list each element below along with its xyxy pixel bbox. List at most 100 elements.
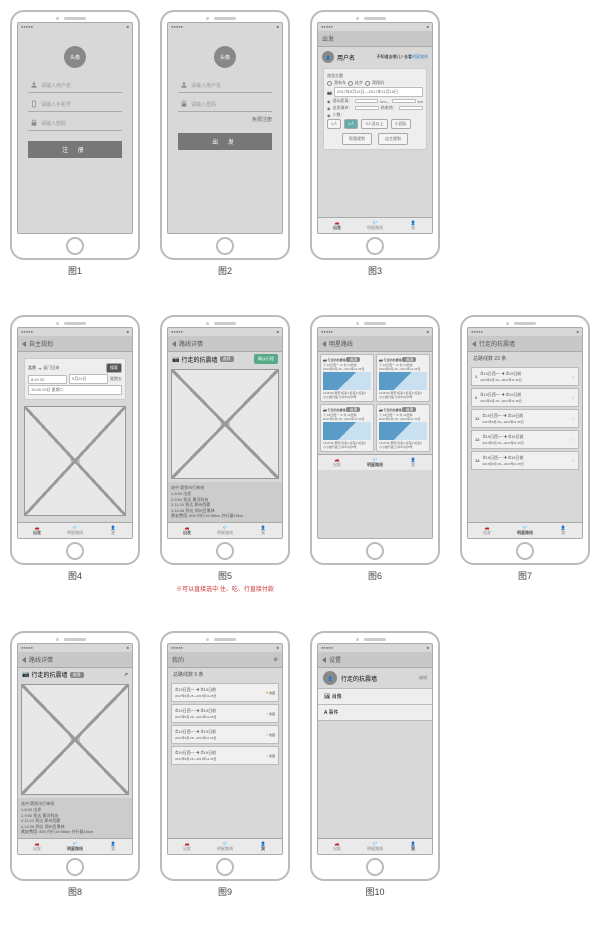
opt-btn[interactable]: 小团队 (391, 119, 411, 129)
avatar-icon: 👤 (322, 51, 334, 63)
search-button[interactable]: 搜索 (106, 363, 122, 373)
phone-input[interactable]: 请输入手机号 (28, 97, 122, 112)
tab-star[interactable]: 💎明星路线 (56, 839, 94, 854)
tab-my[interactable]: 👤我 (94, 839, 132, 854)
back-icon[interactable] (472, 341, 476, 347)
note: ※可以直接选中 住、吃、行直接付款 (176, 584, 274, 593)
my-route-item[interactable]: ⏱19日西一 ➜ ⏱19日前2017年9月 25—2017年11 25日★ 收藏 (171, 683, 279, 702)
tab-go[interactable]: 🚗出发 (18, 523, 56, 538)
home-button[interactable] (216, 858, 234, 876)
home-button[interactable] (366, 542, 384, 560)
tab-go[interactable]: 🚗出发 (318, 218, 356, 233)
edit-link[interactable]: 编辑 (419, 675, 427, 681)
tab-go[interactable]: 🚗出发 (318, 839, 356, 854)
map-placeholder: 地图 (171, 369, 279, 479)
option-button[interactable]: 确认行程 (254, 354, 278, 364)
star-icon[interactable]: ☆ (571, 458, 575, 463)
dist-input[interactable] (392, 99, 416, 103)
tab-star[interactable]: 💎明星路线 (206, 523, 244, 538)
route-list-item[interactable]: 1⏱19日西一 ➜ ⏱19日前2017年9月 25—2017年11 25日☆ (471, 367, 579, 386)
tab-my[interactable]: 👤我 (244, 523, 282, 538)
register-link[interactable]: 免费注册 (178, 116, 272, 123)
tab-go[interactable]: 🚗出发 (18, 839, 56, 854)
home-button[interactable] (66, 237, 84, 255)
home-button[interactable] (216, 542, 234, 560)
star-icon[interactable]: ☆ (571, 416, 575, 421)
tab-star[interactable]: 💎明星路线 (206, 839, 244, 854)
opt-btn[interactable]: 2人 (344, 119, 358, 129)
settings-row[interactable]: A 事件 (318, 705, 432, 721)
settings-row[interactable]: 🖼 肖像 (318, 689, 432, 705)
plan-auto-button[interactable]: 帮我规划 (342, 133, 372, 145)
register-button[interactable]: 注 册 (28, 141, 122, 158)
radio[interactable] (348, 81, 353, 86)
tab-my[interactable]: 👤我 (544, 523, 582, 538)
route-list-item[interactable]: 11⏱19日西一 ➜ ⏱19日前2017年9月 25—2017年11 25日☆ (471, 409, 579, 428)
dist-input[interactable] (355, 99, 379, 103)
tab-my[interactable]: 👤我 (94, 523, 132, 538)
tab-go[interactable]: 🚗出发 (168, 839, 206, 854)
tab-go[interactable]: 🚗出发 (318, 455, 356, 470)
username-input[interactable]: 请输入用户名 (28, 78, 122, 93)
city-input[interactable] (355, 106, 379, 110)
count-label: 总路线数 5 条 (168, 668, 282, 681)
tab-go[interactable]: 🚗出发 (168, 523, 206, 538)
opt-btn[interactable]: 3人及以上 (361, 119, 387, 129)
star-icon[interactable]: ☆ (571, 374, 575, 379)
route-card[interactable]: 📷 行走的抗震墙 选项① 19日西一 ➜ ⑩ 19日前2017年9月 25—20… (376, 404, 430, 452)
back-icon[interactable] (22, 341, 26, 347)
phone-frame-9: ●●●●●■ 我的⚙ 总路线数 5 条 ⏱19日西一 ➜ ⏱19日前2017年9… (160, 631, 290, 881)
route-info: 选中:第到市打神线 1.8:00 出发 2.9:50 到达 黄河科技 3.11:… (18, 798, 132, 838)
username-input[interactable]: 请输入用户名 (178, 78, 272, 93)
back-icon[interactable] (322, 341, 326, 347)
phone-frame-3: ●●●●●■ 出发 👤 用户名 不知道去哪儿? 去看明星路线 旅游主题 我有车 (310, 10, 440, 260)
tab-star[interactable]: 💎明星路线 (356, 455, 394, 470)
route-list-item[interactable]: 2⏱19日西一 ➜ ⏱19日前2017年9月 25—2017年11 25日☆ (471, 388, 579, 407)
my-route-item[interactable]: ⏱19日西一 ➜ ⏱19日前2017年9月 25—2017年11 25日☆ 收藏 (171, 746, 279, 765)
route-card[interactable]: 📷 行走的抗震墙 选项① 19日西一 ➜ ⑩ 19日前2017年9月 25—20… (320, 354, 374, 402)
tab-star[interactable]: 💎明星路线 (56, 523, 94, 538)
home-button[interactable] (516, 542, 534, 560)
tab-my[interactable]: 👤我 (394, 218, 432, 233)
share-icon[interactable]: ↗ (124, 672, 128, 678)
star-route-link[interactable]: 明星路线 (412, 54, 428, 59)
route-card[interactable]: 📷 行走的抗震墙 选项① 19日西一 ➜ ⑩ 19日前2017年9月 25—20… (376, 354, 430, 402)
settings-icon[interactable]: ⚙ (274, 657, 278, 663)
home-button[interactable] (366, 237, 384, 255)
tab-my[interactable]: 👤我 (394, 839, 432, 854)
tab-star[interactable]: 💎明星路线 (356, 218, 394, 233)
back-icon[interactable] (22, 657, 26, 663)
tab-my[interactable]: 👤我 (394, 455, 432, 470)
avatar-icon: 👤 (323, 671, 337, 685)
tab-go[interactable]: 🚗出发 (468, 523, 506, 538)
back-icon[interactable] (322, 657, 326, 663)
password-input[interactable]: 请输入密码 (178, 97, 272, 112)
plan-self-button[interactable]: 自主规划 (378, 133, 408, 145)
my-route-item[interactable]: ⏱19日西一 ➜ ⏱19日前2017年9月 25—2017年11 25日☆ 收藏 (171, 725, 279, 744)
radio[interactable] (327, 81, 332, 86)
back-icon[interactable] (172, 341, 176, 347)
tab-my[interactable]: 👤我 (244, 839, 282, 854)
avatar[interactable]: 头像 (214, 46, 236, 68)
route-info: 选中:第到市打神线 1.8:00 出发 2.9:50 到达 黄河科技 3.11:… (168, 482, 282, 522)
avatar[interactable]: 头像 (64, 46, 86, 68)
home-button[interactable] (216, 237, 234, 255)
tab-star[interactable]: 💎明星路线 (356, 839, 394, 854)
star-icon[interactable]: ☆ (571, 395, 575, 400)
route-list-item[interactable]: 13⏱19日西一 ➜ ⏱19日前2017年9月 25—2017年11 25日☆ (471, 451, 579, 470)
star-icon[interactable]: ☆ (571, 437, 575, 442)
go-button[interactable]: 出 发 (178, 133, 272, 150)
route-card[interactable]: 📷 行走的抗震墙 选项① 19日西一 ➜ ⑩ 19日前2017年9月 25—20… (320, 404, 374, 452)
home-button[interactable] (66, 858, 84, 876)
password-input[interactable]: 请输入密码 (28, 116, 122, 131)
tab-star[interactable]: 💎明星路线 (506, 523, 544, 538)
city-input[interactable] (399, 106, 423, 110)
phone-frame-6: ●●●●●■ 明星路线 📷 行走的抗震墙 选项① 19日西一 ➜ ⑩ 19日前2… (310, 315, 440, 565)
home-button[interactable] (366, 858, 384, 876)
my-route-item[interactable]: ⏱19日西一 ➜ ⏱19日前2017年9月 25—2017年11 25日☆ 收藏 (171, 704, 279, 723)
radio[interactable] (365, 81, 370, 86)
date-input[interactable]: 2017年9月14日—2017年11月16日 (334, 87, 423, 97)
route-list-item[interactable]: 12⏱19日西一 ➜ ⏱19日前2017年9月 25—2017年11 25日☆ (471, 430, 579, 449)
home-button[interactable] (66, 542, 84, 560)
opt-btn[interactable]: 1人 (327, 119, 341, 129)
